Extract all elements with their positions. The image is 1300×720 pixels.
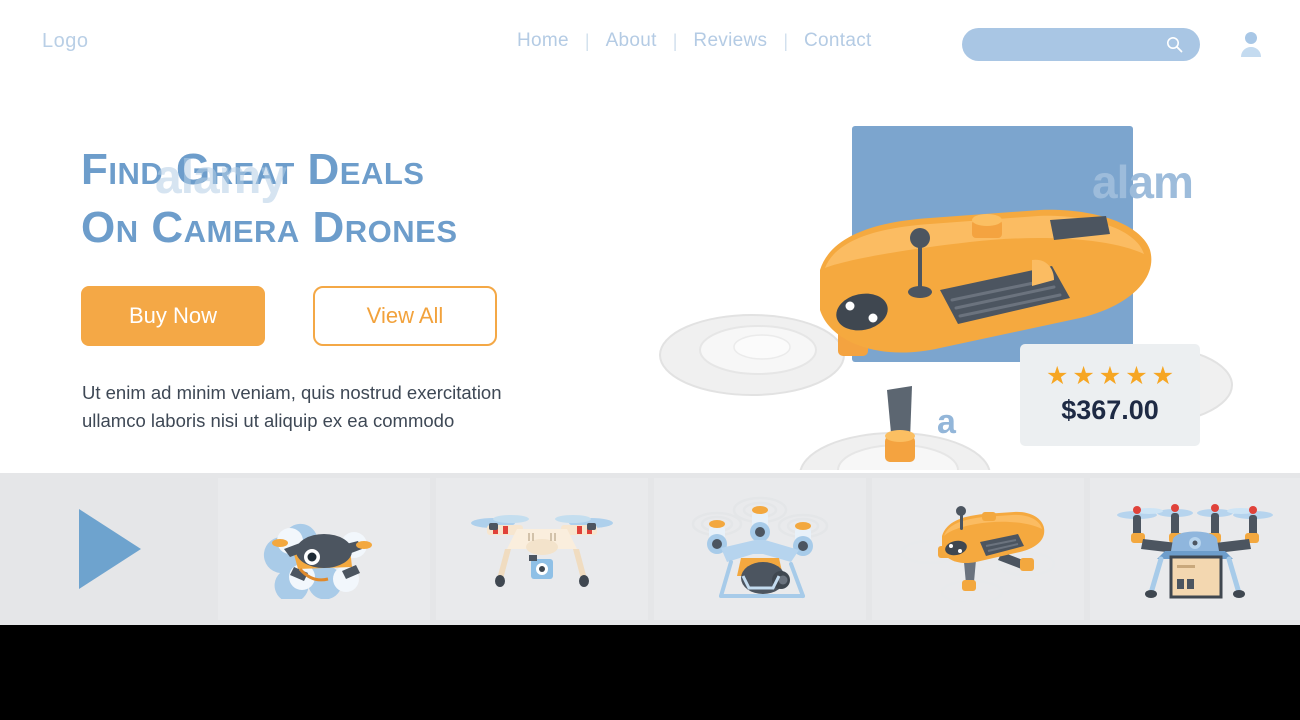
site-logo[interactable]: Logo xyxy=(42,30,89,53)
star-icon: ★ xyxy=(1151,362,1175,390)
alamy-footer-bar: alamy Image ID: 2R898CB www.alamy.com xyxy=(0,625,1300,720)
thumbnail-drone-1[interactable] xyxy=(218,478,430,620)
product-thumbnail-strip: alamy xyxy=(0,473,1300,625)
nav-separator: | xyxy=(584,30,590,51)
user-avatar-icon[interactable] xyxy=(1239,30,1263,58)
drone-blue-quadcopter-icon xyxy=(691,496,829,598)
play-arrow-icon[interactable] xyxy=(79,509,141,589)
nav-item-contact[interactable]: Contact xyxy=(802,30,874,52)
buy-now-button[interactable]: Buy Now xyxy=(81,286,265,346)
star-icon: ★ xyxy=(1072,362,1095,390)
thumbnail-drone-5[interactable] xyxy=(1090,478,1300,620)
nav-item-about[interactable]: About xyxy=(604,30,659,52)
star-icon: ★ xyxy=(1045,362,1069,390)
hero-button-row: Buy Now View All xyxy=(81,286,497,346)
drone-blue-orange-top-icon xyxy=(263,523,372,599)
nav-separator: | xyxy=(672,30,678,51)
price-card: ★ ★ ★ ★ ★ $367.00 xyxy=(1020,344,1200,446)
thumbnail-drone-2[interactable] xyxy=(436,478,648,620)
nav-separator: | xyxy=(783,30,789,51)
page-title: Find Great Deals On Camera Drones xyxy=(81,145,458,252)
search-input[interactable] xyxy=(962,28,1200,61)
view-all-button[interactable]: View All xyxy=(313,286,497,346)
star-icon: ★ xyxy=(1098,362,1122,390)
drone-delivery-package-icon xyxy=(1117,504,1273,599)
thumbnail-drone-3[interactable] xyxy=(654,478,866,620)
nav-item-reviews[interactable]: Reviews xyxy=(691,30,769,52)
drone-cream-camera-icon xyxy=(471,515,613,587)
thumbnail-next-arrow[interactable] xyxy=(0,478,212,620)
product-price: $367.00 xyxy=(1061,395,1159,425)
nav-item-home[interactable]: Home xyxy=(515,30,571,52)
star-icon: ★ xyxy=(1125,362,1148,390)
thumbnail-drone-4[interactable] xyxy=(872,478,1084,620)
hero-description: Ut enim ad minim veniam, quis nostrud ex… xyxy=(82,382,502,431)
drone-orange-folding-icon xyxy=(900,506,1056,602)
landing-page: Logo Home | About | Reviews | Contact Fi… xyxy=(0,0,1300,720)
main-navigation: Home | About | Reviews | Contact xyxy=(515,30,874,52)
rating-stars: ★ ★ ★ ★ ★ xyxy=(1046,364,1174,389)
site-header: Logo Home | About | Reviews | Contact xyxy=(0,0,1300,86)
